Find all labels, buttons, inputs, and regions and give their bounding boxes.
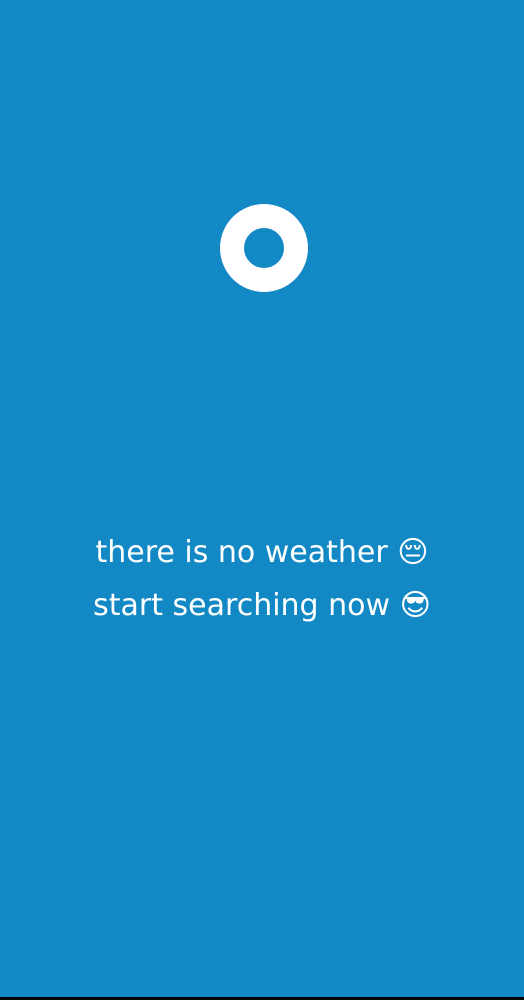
ring-logo-icon bbox=[220, 204, 308, 292]
empty-state-line-1: there is no weather 😔 bbox=[95, 535, 429, 570]
empty-state-message: there is no weather 😔 start searching no… bbox=[0, 526, 524, 632]
ring-logo-hole bbox=[244, 228, 284, 268]
empty-state-line-2: start searching now 😎 bbox=[93, 588, 431, 623]
